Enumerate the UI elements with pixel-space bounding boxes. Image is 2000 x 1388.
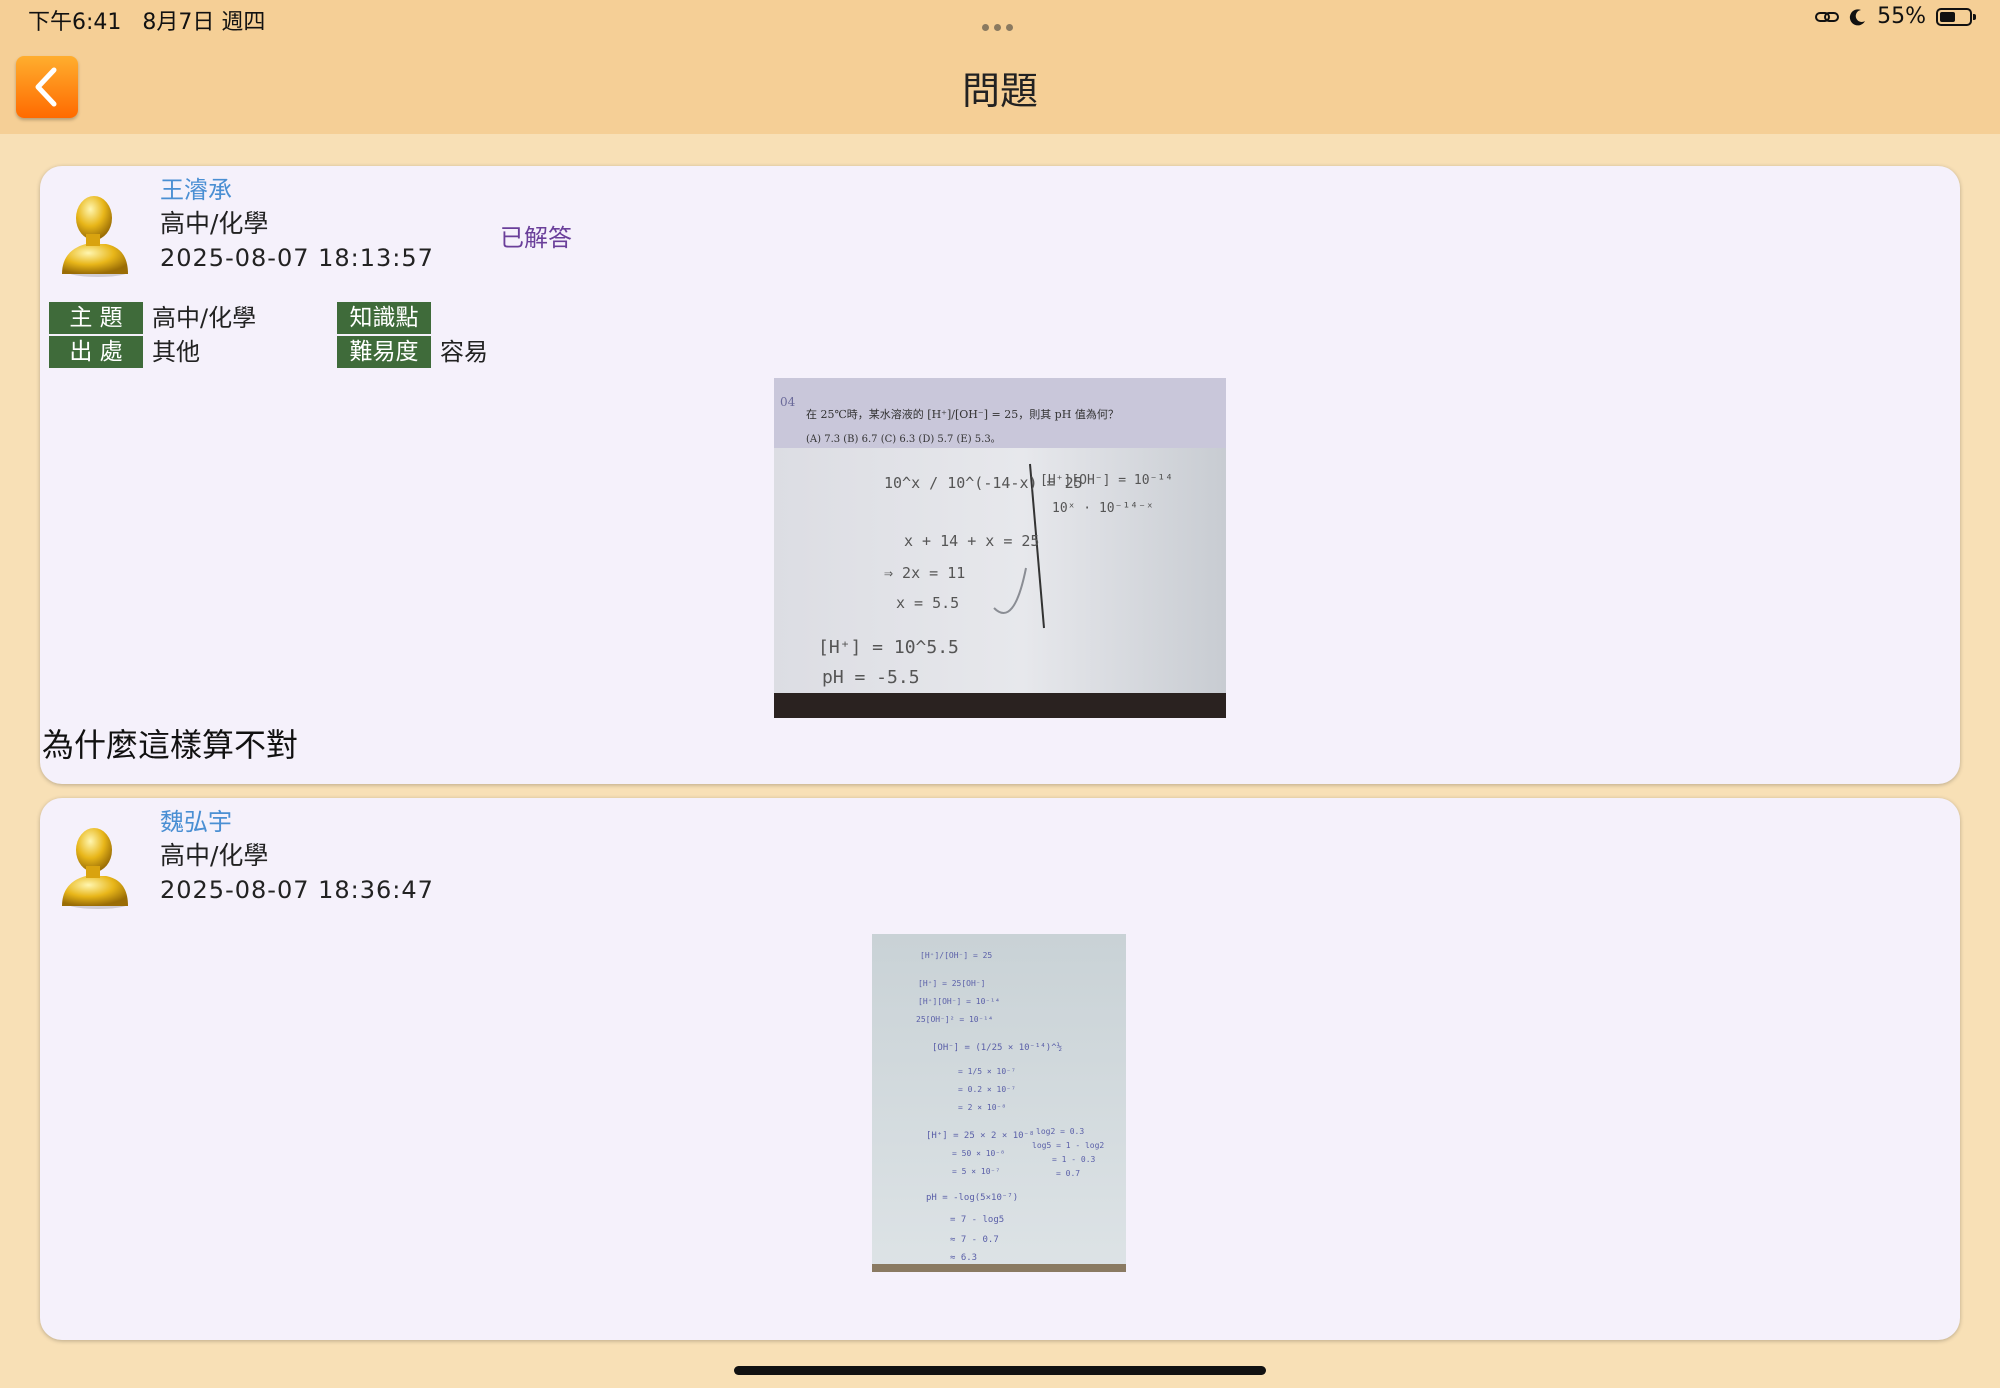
problem-number: 04 (780, 395, 796, 409)
answer-line-3: [H⁺][OH⁻] = 10⁻¹⁴ (918, 997, 1000, 1006)
tag-knowledge-label: 知識點 (337, 302, 431, 334)
tag-topic-label: 主 題 (49, 302, 143, 334)
answer-line-8: = 2 × 10⁻⁸ (958, 1103, 1006, 1112)
answer-line-14: ≈ 7 - 0.7 (950, 1235, 999, 1245)
answer-timestamp: 2025-08-07 18:36:47 (160, 876, 434, 904)
battery-icon (1936, 7, 1976, 26)
work-line-2: x + 14 + x = 25 (904, 532, 1039, 550)
answer-line-5: [OH⁻] = (1/25 × 10⁻¹⁴)^½ (932, 1042, 1062, 1053)
work-line-4: x = 5.5 (896, 594, 959, 612)
tag-source-value: 其他 (152, 338, 200, 366)
work-line-3: ⇒ 2x = 11 (884, 564, 965, 582)
answer-side-4: = 0.7 (1056, 1169, 1080, 1178)
answer-side-1: log2 = 0.3 (1036, 1127, 1084, 1136)
answerer-category: 高中/化學 (160, 841, 269, 870)
answer-line-7: = 0.2 × 10⁻⁷ (958, 1085, 1016, 1094)
status-time-date: 下午6:41 8月7日 週四 (28, 4, 279, 36)
avatar (62, 828, 128, 909)
question-text: 為什麼這樣算不對 (42, 726, 299, 764)
battery-percent: 55% (1877, 4, 1926, 29)
tag-difficulty-label: 難易度 (337, 336, 431, 368)
link-icon (1815, 11, 1840, 22)
tag-topic-value: 高中/化學 (152, 304, 257, 332)
moon-icon (1849, 8, 1866, 25)
question-card: 王濬承 高中/化學 2025-08-07 18:13:57 已解答 主 題 高中… (40, 166, 1960, 784)
status-time: 下午6:41 (28, 10, 122, 35)
tag-source-label: 出 處 (49, 336, 143, 368)
asker-name[interactable]: 王濬承 (160, 170, 232, 205)
answer-photo-image: [H⁺]/[OH⁻] = 25 [H⁺] = 25[OH⁻] [H⁺][OH⁻]… (872, 934, 1126, 1272)
answer-line-12: pH = -log(5×10⁻⁷) (926, 1193, 1018, 1203)
side-line-2: 10ˣ · 10⁻¹⁴⁻ˣ (1052, 501, 1154, 516)
answer-line-9: [H⁺] = 25 × 2 × 10⁻⁸ (926, 1131, 1034, 1141)
status-date: 8月7日 週四 (142, 10, 266, 35)
answer-side-3: = 1 - 0.3 (1052, 1155, 1096, 1164)
status-badge: 已解答 (500, 224, 572, 252)
problem-text: 在 25℃時，某水溶液的 [H⁺]/[OH⁻] = 25，則其 pH 值為何？ (806, 407, 1119, 421)
answer-side-2: log5 = 1 - log2 (1032, 1141, 1104, 1150)
asker-category: 高中/化學 (160, 209, 269, 238)
multitask-dots-icon[interactable] (982, 16, 1018, 31)
question-photo-image: 04 在 25℃時，某水溶液的 [H⁺]/[OH⁻] = 25，則其 pH 值為… (774, 378, 1226, 718)
answer-photo[interactable]: [H⁺]/[OH⁻] = 25 [H⁺] = 25[OH⁻] [H⁺][OH⁻]… (872, 934, 1126, 1272)
question-timestamp: 2025-08-07 18:13:57 (160, 244, 434, 272)
page-title: 問題 (961, 69, 1038, 113)
question-photo[interactable]: 04 在 25℃時，某水溶液的 [H⁺]/[OH⁻] = 25，則其 pH 值為… (774, 378, 1226, 718)
answer-line-10: = 50 × 10⁻⁸ (952, 1149, 1005, 1158)
status-indicators: 55% (1815, 4, 1976, 29)
avatar (62, 196, 128, 277)
answer-line-6: = 1/5 × 10⁻⁷ (958, 1067, 1016, 1076)
work-line-6: pH = -5.5 (822, 667, 920, 688)
answer-line-4: 25[OH⁻]² = 10⁻¹⁴ (916, 1015, 993, 1024)
home-indicator[interactable] (734, 1366, 1266, 1375)
work-line-5: [H⁺] = 10^5.5 (818, 637, 959, 658)
answerer-name[interactable]: 魏弘宇 (160, 802, 232, 837)
answer-line-15: ≈ 6.3 (950, 1253, 977, 1263)
problem-choices: (A) 7.3 (B) 6.7 (C) 6.3 (D) 5.7 (E) 5.3。 (806, 434, 1001, 445)
answer-card: 魏弘宇 高中/化學 2025-08-07 18:36:47 [H⁺]/[OH⁻]… (40, 798, 1960, 1340)
answer-line-2: [H⁺] = 25[OH⁻] (918, 979, 985, 988)
side-line-1: [H⁺][OH⁻] = 10⁻¹⁴ (1040, 473, 1173, 488)
answer-line-11: = 5 × 10⁻⁷ (952, 1167, 1000, 1176)
tag-difficulty-value: 容易 (440, 338, 488, 366)
status-bar: 下午6:41 8月7日 週四 55% (0, 0, 2000, 36)
navigation-bar: 問題 (0, 36, 2000, 134)
answer-line-1: [H⁺]/[OH⁻] = 25 (920, 951, 992, 960)
answer-line-13: = 7 - log5 (950, 1215, 1004, 1225)
